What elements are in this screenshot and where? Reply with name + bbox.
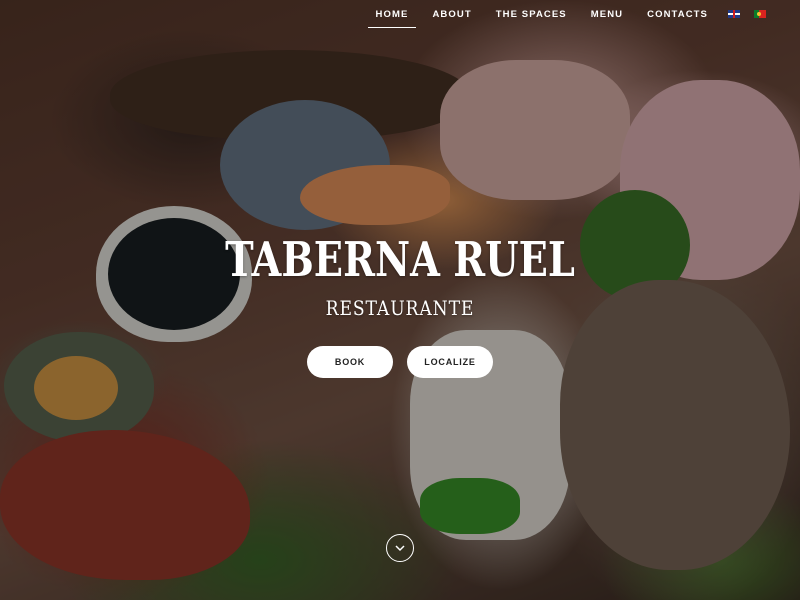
clam-meat-decoration: [34, 356, 118, 420]
nav-item-home[interactable]: HOME: [367, 9, 417, 28]
uk-flag-icon[interactable]: [728, 10, 740, 18]
clam-decoration: [4, 332, 154, 442]
chevron-down-icon: [395, 545, 405, 552]
lobster-decoration: [0, 430, 250, 580]
nav-item-the-spaces[interactable]: THE SPACES: [496, 9, 567, 20]
shrimp-decoration: [300, 165, 450, 225]
green-pepper-decoration: [420, 478, 520, 534]
portugal-flag-icon[interactable]: [754, 10, 766, 18]
restaurant-title: TABERNA RUEL: [225, 232, 575, 288]
nav-item-about[interactable]: ABOUT: [432, 9, 471, 20]
prawn-decoration: [560, 280, 790, 570]
nav-item-contacts[interactable]: CONTACTS: [647, 9, 708, 20]
restaurant-subtitle: RESTAURANTE: [325, 296, 475, 320]
fish-fillet-decoration: [440, 60, 630, 200]
book-button[interactable]: BOOK: [307, 346, 393, 378]
mussel-net-decoration: [220, 100, 390, 230]
localize-button[interactable]: LOCALIZE: [407, 346, 493, 378]
fish-decoration: [110, 50, 470, 140]
main-navigation: HOME ABOUT THE SPACES MENU CONTACTS: [0, 0, 800, 28]
scroll-down-button[interactable]: [386, 534, 414, 562]
nav-item-menu[interactable]: MENU: [591, 9, 623, 20]
